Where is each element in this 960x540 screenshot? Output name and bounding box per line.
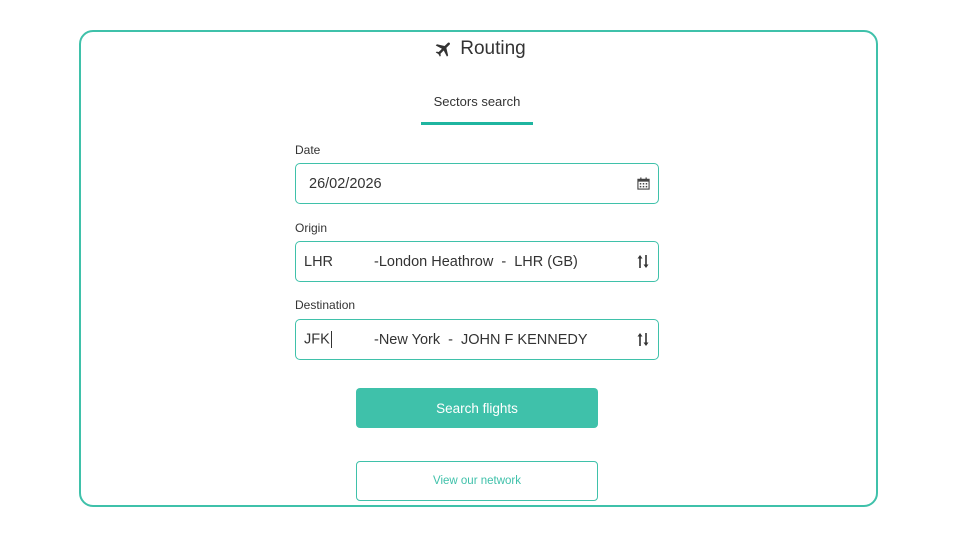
destination-code[interactable]: JFK — [304, 331, 330, 347]
destination-label: Destination — [295, 298, 356, 312]
page-title: Routing — [0, 36, 960, 62]
date-value[interactable]: 26/02/2026 — [296, 176, 628, 192]
date-label: Date — [295, 143, 321, 157]
date-field[interactable]: 26/02/2026 — [295, 163, 659, 204]
text-caret — [330, 331, 332, 348]
origin-label: Origin — [295, 221, 328, 235]
view-network-button[interactable]: View our network — [356, 461, 598, 501]
swap-arrows-icon[interactable] — [628, 332, 658, 347]
origin-code[interactable]: LHR — [296, 254, 374, 270]
origin-name: -London Heathrow - LHR (GB) — [374, 253, 578, 270]
active-tab-indicator — [421, 122, 533, 125]
tab-sectors-search[interactable]: Sectors search — [421, 88, 533, 125]
destination-name: -New York - JOHN F KENNEDY — [374, 331, 588, 348]
destination-code-wrap[interactable]: JFK — [296, 331, 374, 348]
destination-field[interactable]: JFK -New York - JOHN F KENNEDY — [295, 319, 659, 360]
calendar-icon[interactable] — [628, 177, 658, 190]
swap-arrows-icon[interactable] — [628, 254, 658, 269]
title-text: Routing — [460, 38, 526, 59]
airplane-icon — [434, 39, 454, 59]
search-flights-button[interactable]: Search flights — [356, 388, 598, 428]
tab-label: Sectors search — [433, 94, 521, 109]
origin-field[interactable]: LHR -London Heathrow - LHR (GB) — [295, 241, 659, 282]
